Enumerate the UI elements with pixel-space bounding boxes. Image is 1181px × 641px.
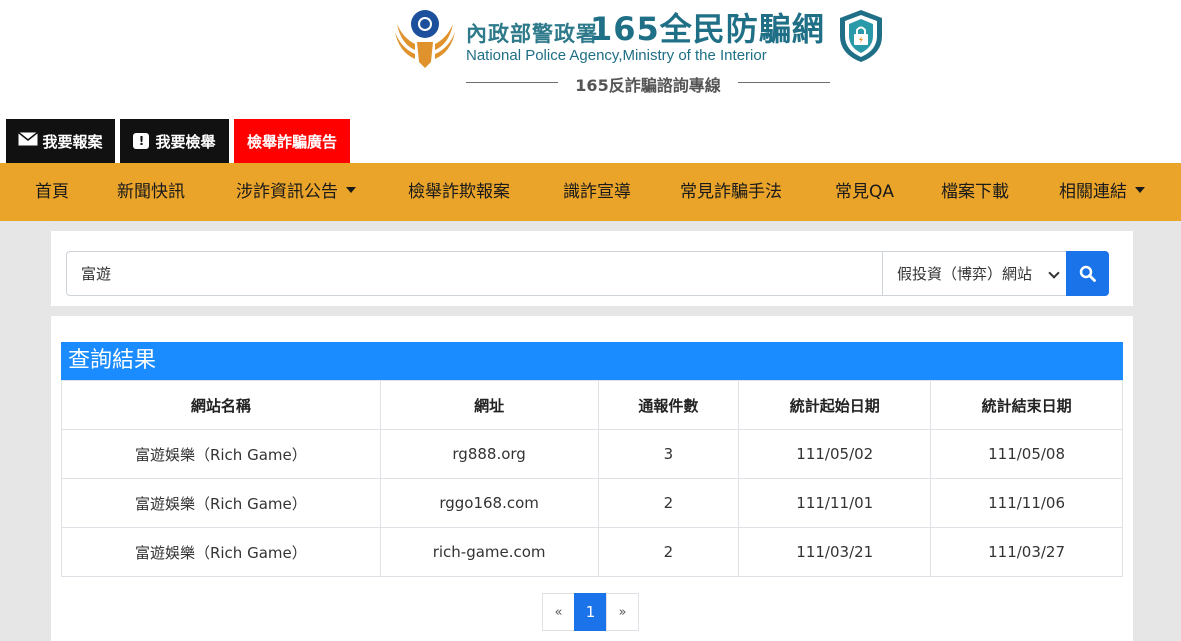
report-tip-button[interactable]: ! 我要檢舉	[120, 119, 229, 163]
start-date-cell: 111/11/01	[738, 478, 932, 528]
report-case-label: 我要報案	[42, 132, 103, 151]
site-name-cell: 富遊娛樂（Rich Game）	[61, 478, 381, 528]
start-date-cell: 111/03/21	[738, 527, 932, 577]
column-header: 網站名稱	[61, 380, 381, 430]
nav-item-home[interactable]: 首頁	[35, 163, 69, 221]
column-header: 網址	[379, 380, 599, 430]
category-select-value: 假投資（博弈）網站	[897, 265, 1033, 283]
nav-label: 常見QA	[835, 182, 895, 202]
search-input[interactable]	[66, 251, 883, 296]
nav-label: 首頁	[35, 182, 69, 202]
nav-item-fraud-info[interactable]: 涉詐資訊公告	[236, 163, 356, 221]
table-row: 富遊娛樂（Rich Game） rggo168.com 2 111/11/01 …	[61, 478, 1123, 528]
nav-label: 檔案下載	[941, 182, 1009, 202]
report-scam-ad-label: 檢舉詐騙廣告	[246, 132, 337, 151]
hotline-banner: 165反詐騙諮詢專線	[466, 72, 830, 95]
nav-label: 識詐宣導	[563, 182, 631, 202]
page-1-button[interactable]: 1	[574, 593, 607, 631]
site-name-cell: 富遊娛樂（Rich Game）	[61, 429, 381, 479]
nav-item-faq[interactable]: 常見QA	[835, 163, 894, 221]
nav-label: 常見詐騙手法	[680, 182, 782, 202]
table-header-row: 網站名稱 網址 通報件數 統計起始日期 統計結束日期	[61, 380, 1123, 430]
column-header: 統計起始日期	[738, 380, 932, 430]
site-header: 內政部警政署 165全民防騙網 National Police Agency,M…	[0, 0, 1181, 163]
nav-label: 檢舉詐欺報案	[408, 182, 510, 202]
exclamation-icon: !	[133, 133, 150, 149]
report-count-cell: 3	[597, 429, 740, 479]
table-row: 富遊娛樂（Rich Game） rich-game.com 2 111/03/2…	[61, 527, 1123, 577]
report-tip-label: 我要檢舉	[155, 132, 216, 151]
column-header: 統計結束日期	[930, 380, 1123, 430]
police-emblem-icon	[395, 10, 455, 68]
nav-label: 新聞快訊	[117, 182, 185, 202]
report-count-cell: 2	[597, 527, 740, 577]
end-date-cell: 111/05/08	[930, 429, 1123, 479]
hotline-text: 165反詐騙諮詢專線	[575, 76, 721, 95]
nav-item-common-scams[interactable]: 常見詐騙手法	[680, 163, 782, 221]
caret-down-icon	[346, 187, 356, 193]
security-shield-icon	[840, 10, 882, 62]
search-panel: 假投資（博弈）網站	[51, 231, 1133, 306]
site-logo[interactable]: 內政部警政署 165全民防騙網 National Police Agency,M…	[393, 4, 893, 96]
search-button[interactable]	[1066, 251, 1109, 296]
results-table: 網站名稱 網址 通報件數 統計起始日期 統計結束日期 富遊娛樂（Rich Gam…	[61, 380, 1123, 577]
url-cell: rggo168.com	[379, 478, 599, 528]
chevron-down-icon	[1048, 267, 1060, 279]
divider	[738, 82, 830, 83]
end-date-cell: 111/11/06	[930, 478, 1123, 528]
next-page-button[interactable]: »	[606, 593, 639, 631]
main-nav: 首頁 新聞快訊 涉詐資訊公告 檢舉詐欺報案 識詐宣導 常見詐騙手法 常見QA 檔…	[0, 163, 1181, 221]
column-header: 通報件數	[597, 380, 740, 430]
nav-item-news[interactable]: 新聞快訊	[117, 163, 185, 221]
table-row: 富遊娛樂（Rich Game） rg888.org 3 111/05/02 11…	[61, 429, 1123, 479]
search-icon	[1079, 265, 1096, 282]
envelope-icon	[18, 131, 39, 150]
category-select[interactable]: 假投資（博弈）網站	[882, 251, 1067, 296]
nav-label: 相關連結	[1059, 182, 1127, 202]
url-cell: rg888.org	[379, 429, 599, 479]
nav-item-report-fraud[interactable]: 檢舉詐欺報案	[408, 163, 510, 221]
url-cell: rich-game.com	[379, 527, 599, 577]
org-name-en: National Police Agency,Ministry of the I…	[466, 47, 767, 64]
report-scam-ad-button[interactable]: 檢舉詐騙廣告	[234, 119, 350, 163]
end-date-cell: 111/03/27	[930, 527, 1123, 577]
org-name-cn: 內政部警政署	[466, 22, 598, 46]
start-date-cell: 111/05/02	[738, 429, 932, 479]
results-panel: 查詢結果 網站名稱 網址 通報件數 統計起始日期 統計結束日期 富遊娛樂（Ric…	[51, 316, 1133, 641]
pagination: « 1 »	[542, 593, 639, 631]
report-case-button[interactable]: 我要報案	[6, 119, 115, 163]
results-title: 查詢結果	[61, 342, 1123, 380]
nav-item-related-links[interactable]: 相關連結	[1059, 163, 1145, 221]
divider	[466, 82, 558, 83]
site-name-cell: 富遊娛樂（Rich Game）	[61, 527, 381, 577]
nav-item-downloads[interactable]: 檔案下載	[941, 163, 1009, 221]
nav-label: 涉詐資訊公告	[236, 182, 338, 202]
nav-item-awareness[interactable]: 識詐宣導	[563, 163, 631, 221]
caret-down-icon	[1135, 187, 1145, 193]
prev-page-button[interactable]: «	[542, 593, 575, 631]
site-name-cn: 165全民防騙網	[590, 10, 825, 48]
report-count-cell: 2	[597, 478, 740, 528]
